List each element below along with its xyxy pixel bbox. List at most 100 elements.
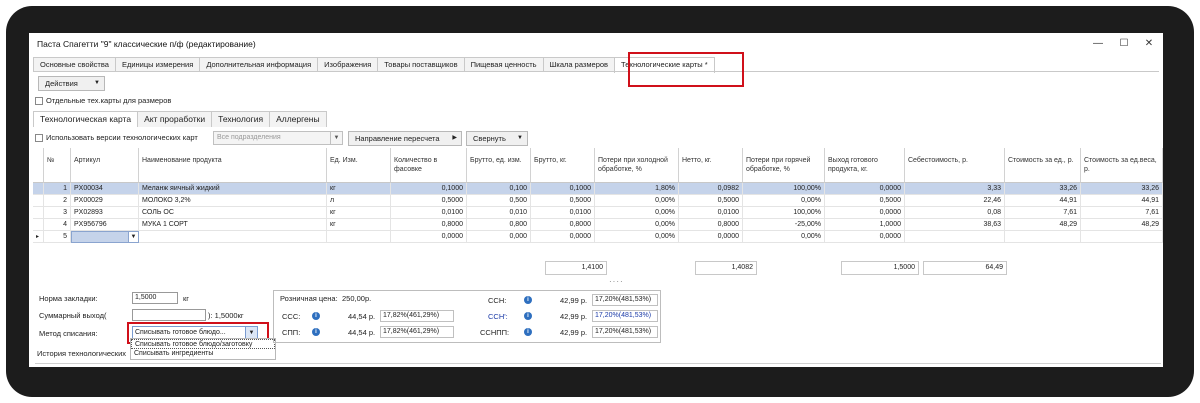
cell-cold-loss[interactable]: 0,00% — [595, 219, 679, 231]
col-header-product-name[interactable]: Наименование продукта — [139, 148, 327, 183]
cell-cold-loss[interactable]: 0,00% — [595, 207, 679, 219]
cell-hot-loss[interactable]: 100,00% — [743, 183, 825, 195]
col-header-netto[interactable]: Нетто, кг. — [679, 148, 743, 183]
cell-brutto-unit[interactable]: 0,800 — [467, 219, 531, 231]
chevron-down-icon[interactable]: ▼ — [128, 232, 138, 242]
actions-button[interactable]: Действия ▼ — [38, 76, 105, 91]
cell-unit[interactable]: кг — [327, 219, 391, 231]
cell-article[interactable]: PX02893 — [71, 207, 139, 219]
cell-netto[interactable]: 0,5000 — [679, 195, 743, 207]
cell-product-name[interactable]: МОЛОКО 3,2% — [139, 195, 327, 207]
table-row-new[interactable]: ▸ 5 ▼ 0,0000 0,000 0,0000 0,00% 0,0000 0… — [33, 231, 1163, 243]
size-cards-checkbox[interactable]: Отдельные тех.карты для размеров — [35, 96, 171, 105]
tab-size-scale[interactable]: Шкала размеров — [542, 57, 616, 72]
cell-product-name[interactable]: Меланж яичный жидкий — [139, 183, 327, 195]
splitter-handle[interactable]: ···· — [609, 277, 624, 286]
cell-output[interactable]: 1,0000 — [825, 219, 905, 231]
cell-netto[interactable]: 0,8000 — [679, 219, 743, 231]
cell-brutto-kg[interactable]: 0,5000 — [531, 195, 595, 207]
cell-cold-loss[interactable]: 1,80% — [595, 183, 679, 195]
use-versions-checkbox[interactable]: Использовать версии технологических карт — [35, 133, 198, 142]
info-icon[interactable]: i — [524, 296, 532, 304]
cell-brutto-kg[interactable]: 0,8000 — [531, 219, 595, 231]
norma-input[interactable]: 1,5000 — [132, 292, 178, 304]
cell-unit[interactable]: л — [327, 195, 391, 207]
cell-netto[interactable]: 0,0000 — [679, 231, 743, 243]
cell-product-name[interactable]: СОЛЬ ОС — [139, 207, 327, 219]
col-header-cost[interactable]: Себестоимость, р. — [905, 148, 1005, 183]
col-header-pack-qty[interactable]: Количество в фасовке — [391, 148, 467, 183]
tab-nutrition[interactable]: Пищевая ценность — [463, 57, 544, 72]
col-header-price-unit[interactable]: Стоимость за ед., р. — [1005, 148, 1081, 183]
cell-article[interactable]: PX956796 — [71, 219, 139, 231]
option-write-off-ingredients[interactable]: Списывать ингредиенты — [131, 349, 275, 359]
cell-hot-loss[interactable]: 0,00% — [743, 195, 825, 207]
tab-additional-info[interactable]: Дополнительная информация — [199, 57, 319, 72]
cell-unit[interactable] — [327, 231, 391, 243]
cell-pack-qty[interactable]: 0,0100 — [391, 207, 467, 219]
col-header-price-weight[interactable]: Стоимость за ед.веса, р. — [1081, 148, 1163, 183]
table-row[interactable]: 4 PX956796 МУКА 1 СОРТ кг 0,8000 0,800 0… — [33, 219, 1163, 231]
subtab-technology[interactable]: Технология — [211, 111, 271, 127]
tab-images[interactable]: Изображения — [317, 57, 379, 72]
tab-supplier-goods[interactable]: Товары поставщиков — [377, 57, 465, 72]
info-icon[interactable]: i — [524, 328, 532, 336]
cell-unit[interactable]: кг — [327, 183, 391, 195]
tab-units[interactable]: Единицы измерения — [114, 57, 201, 72]
col-header-unit[interactable]: Ед. Изм. — [327, 148, 391, 183]
cell-output[interactable]: 0,5000 — [825, 195, 905, 207]
cell-cold-loss[interactable]: 0,00% — [595, 195, 679, 207]
cell-brutto-unit[interactable]: 0,010 — [467, 207, 531, 219]
subtab-tech-card[interactable]: Технологическая карта — [33, 111, 139, 127]
cell-pack-qty[interactable]: 0,1000 — [391, 183, 467, 195]
cell-hot-loss[interactable]: -25,00% — [743, 219, 825, 231]
cell-brutto-kg[interactable]: 0,1000 — [531, 183, 595, 195]
recalc-direction-button[interactable]: Направление пересчета ▶ — [348, 131, 462, 146]
col-header-cold-loss[interactable]: Потери при холодной обработке, % — [595, 148, 679, 183]
tab-main-properties[interactable]: Основные свойства — [33, 57, 116, 72]
col-header-hot-loss[interactable]: Потери при горячей обработке, % — [743, 148, 825, 183]
cell-product-name[interactable]: МУКА 1 СОРТ — [139, 219, 327, 231]
option-write-off-dish[interactable]: Списывать готовое блюдо/заготовку — [131, 339, 275, 349]
cell-brutto-kg[interactable]: 0,0100 — [531, 207, 595, 219]
info-icon[interactable]: i — [312, 328, 320, 336]
sum-output-input[interactable] — [132, 309, 206, 321]
col-header-article[interactable]: Артикул — [71, 148, 139, 183]
cell-output[interactable]: 0,0000 — [825, 231, 905, 243]
col-header-number[interactable]: № — [44, 148, 71, 183]
cell-netto[interactable]: 0,0100 — [679, 207, 743, 219]
maximize-button[interactable]: ☐ — [1115, 36, 1133, 52]
table-row[interactable]: 1 PX00034 Меланж яичный жидкий кг 0,1000… — [33, 183, 1163, 195]
cell-brutto-unit[interactable]: 0,000 — [467, 231, 531, 243]
col-header-output[interactable]: Выход готового продукта, кг. — [825, 148, 905, 183]
col-header-brutto-kg[interactable]: Брутто, кг. — [531, 148, 595, 183]
close-button[interactable]: ✕ — [1140, 36, 1158, 52]
table-row[interactable]: 3 PX02893 СОЛЬ ОС кг 0,0100 0,010 0,0100… — [33, 207, 1163, 219]
table-row[interactable]: 2 PX00029 МОЛОКО 3,2% л 0,5000 0,500 0,5… — [33, 195, 1163, 207]
cell-pack-qty[interactable]: 0,5000 — [391, 195, 467, 207]
cell-pack-qty[interactable]: 0,0000 — [391, 231, 467, 243]
division-select[interactable]: Все подразделения ▼ — [213, 131, 343, 145]
cell-hot-loss[interactable]: 100,00% — [743, 207, 825, 219]
cell-product-name[interactable] — [139, 231, 327, 243]
cell-netto[interactable]: 0,0982 — [679, 183, 743, 195]
cell-article[interactable]: PX00029 — [71, 195, 139, 207]
cell-article[interactable]: PX00034 — [71, 183, 139, 195]
article-combo[interactable]: ▼ — [71, 231, 139, 243]
info-icon[interactable]: i — [524, 312, 532, 320]
cell-hot-loss[interactable]: 0,00% — [743, 231, 825, 243]
cell-unit[interactable]: кг — [327, 207, 391, 219]
cell-cold-loss[interactable]: 0,00% — [595, 231, 679, 243]
cell-brutto-unit[interactable]: 0,100 — [467, 183, 531, 195]
cell-output[interactable]: 0,0000 — [825, 207, 905, 219]
cell-brutto-unit[interactable]: 0,500 — [467, 195, 531, 207]
collapse-button[interactable]: Свернуть ▼ — [466, 131, 528, 146]
info-icon[interactable]: i — [312, 312, 320, 320]
cell-pack-qty[interactable]: 0,8000 — [391, 219, 467, 231]
cell-output[interactable]: 0,0000 — [825, 183, 905, 195]
minimize-button[interactable]: — — [1089, 36, 1107, 52]
subtab-allergens[interactable]: Аллергены — [269, 111, 327, 127]
subtab-work-act[interactable]: Акт проработки — [137, 111, 213, 127]
col-header-brutto-unit[interactable]: Брутто, ед. изм. — [467, 148, 531, 183]
cell-brutto-kg[interactable]: 0,0000 — [531, 231, 595, 243]
